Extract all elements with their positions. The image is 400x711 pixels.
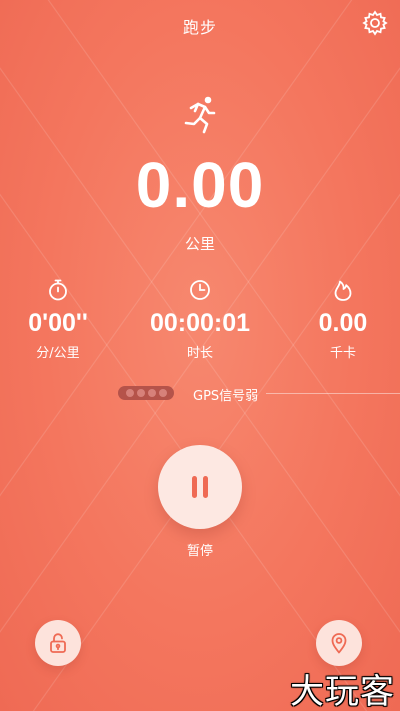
pause-icon [192, 476, 208, 498]
pace-label: 分/公里 [36, 346, 80, 361]
pace-stat: 0'00'' 分/公里 [3, 278, 113, 361]
calories-value: 0.00 [318, 309, 368, 337]
gps-status: GPS信号弱 [0, 382, 400, 406]
calories-label: 千卡 [329, 346, 356, 361]
divider [266, 393, 400, 394]
running-person-icon [184, 96, 216, 134]
duration-label: 时长 [186, 346, 213, 361]
page-title: 跑步 [182, 18, 217, 37]
gear-icon[interactable] [362, 10, 388, 36]
gps-signal-dot [125, 389, 134, 397]
gps-signal-dot [158, 389, 167, 397]
stopwatch-icon [49, 279, 67, 301]
top-bar: 跑步 [0, 0, 400, 50]
gps-signal-indicator [118, 386, 174, 400]
gps-status-text: GPS信号弱 [193, 389, 259, 404]
pause-label: 暂停 [186, 544, 213, 559]
gps-signal-dot [136, 389, 145, 397]
location-pin-icon [331, 633, 347, 654]
clock-icon [190, 280, 210, 300]
location-button[interactable] [316, 620, 362, 666]
calories-stat: 0.00 千卡 [288, 278, 398, 361]
lock-icon [50, 633, 66, 653]
pace-value: 0'00'' [28, 309, 88, 337]
flame-icon [334, 280, 352, 301]
watermark: 大玩客 [290, 672, 395, 711]
lock-button[interactable] [35, 620, 81, 666]
distance-value: 0.00 [135, 149, 265, 221]
pause-button[interactable] [158, 445, 242, 529]
duration-value: 00:00:01 [149, 309, 251, 337]
distance-unit: 公里 [184, 235, 215, 253]
gps-signal-dot [147, 389, 156, 397]
duration-stat: 00:00:01 时长 [145, 278, 255, 361]
running-screen: 跑步 0.00 公里 0'00'' 分/公里 00:00:01 时长 0.00 … [0, 0, 400, 711]
